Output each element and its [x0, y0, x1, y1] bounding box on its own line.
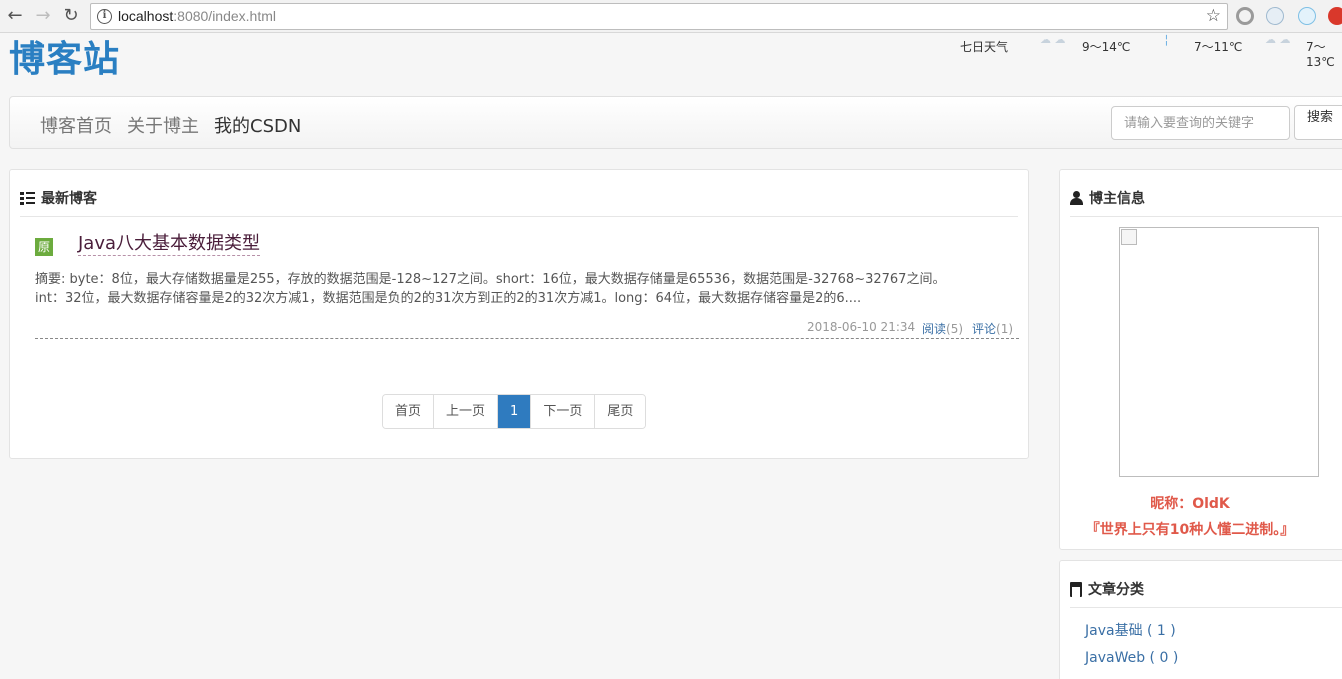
- post-date: 2018-06-10 21:34: [807, 320, 916, 334]
- panel-title: 博主信息: [1089, 191, 1145, 207]
- reload-icon[interactable]: ↻: [60, 5, 82, 27]
- weather-day-1: 9～14℃: [1082, 40, 1131, 54]
- comment-count: (1): [996, 322, 1014, 336]
- weather-day-3: 7～13℃: [1306, 40, 1335, 69]
- browser-toolbar: ← → ↻ i localhost:8080/index.html ☆: [0, 0, 1342, 33]
- pagination: 首页 上一页 1 下一页 尾页: [382, 394, 647, 429]
- cloud-weather-icon: ☁ ☁: [1040, 33, 1066, 46]
- read-count-link[interactable]: 阅读(5): [922, 320, 963, 337]
- category-link[interactable]: Java基础 ( 1 ): [1085, 620, 1176, 640]
- back-arrow-icon[interactable]: ←: [4, 5, 26, 27]
- avatar: [1119, 227, 1319, 477]
- panel-heading: 最新博客: [20, 188, 97, 208]
- search-input[interactable]: [1111, 106, 1290, 140]
- forward-arrow-icon[interactable]: →: [32, 5, 54, 27]
- page-first[interactable]: 首页: [383, 395, 435, 428]
- extension-circle-icon[interactable]: [1236, 7, 1254, 25]
- list-icon: [20, 191, 35, 205]
- page-prev[interactable]: 上一页: [434, 395, 499, 428]
- panel-heading: 博主信息: [1070, 188, 1145, 208]
- broken-image-icon: [1121, 229, 1137, 245]
- divider: [1070, 607, 1342, 608]
- original-badge: 原: [35, 238, 53, 256]
- post-divider: [35, 338, 1019, 339]
- main-navbar: 博客首页 关于博主 我的CSDN 搜索: [9, 96, 1342, 149]
- panel-title: 最新博客: [41, 191, 97, 207]
- extension-cloud-icon[interactable]: [1266, 7, 1284, 25]
- summary-line: int：32位，最大数据存储容量是2的32次方减1，数据范围是负的2的31次方到…: [35, 291, 862, 306]
- blogger-info-panel: 博主信息 昵称：OldK 『世界上只有10种人懂二进制。』: [1059, 169, 1342, 550]
- extension-cloud-blue-icon[interactable]: [1298, 7, 1316, 25]
- summary-line: 摘要: byte：8位，最大存储数据量是255，存放的数据范围是-128~127…: [35, 272, 946, 287]
- divider: [20, 216, 1018, 217]
- post-summary: 摘要: byte：8位，最大存储数据量是255，存放的数据范围是-128~127…: [35, 270, 1020, 308]
- category-panel: 文章分类 Java基础 ( 1 ) JavaWeb ( 0 ): [1059, 560, 1342, 679]
- page-last[interactable]: 尾页: [595, 395, 646, 428]
- latest-blogs-panel: 最新博客 原 Java八大基本数据类型 摘要: byte：8位，最大存储数据量是…: [9, 169, 1029, 459]
- page-next[interactable]: 下一页: [531, 395, 596, 428]
- category-link[interactable]: JavaWeb ( 0 ): [1085, 650, 1178, 666]
- page-current[interactable]: 1: [498, 395, 532, 428]
- panel-title: 文章分类: [1088, 582, 1144, 598]
- address-url[interactable]: localhost:8080/index.html: [118, 8, 276, 24]
- weather-day-2: 7～11℃: [1194, 40, 1243, 54]
- search-button[interactable]: 搜索: [1294, 105, 1342, 140]
- site-logo[interactable]: 博客站: [9, 30, 120, 82]
- read-label: 阅读: [922, 322, 947, 336]
- divider: [1070, 216, 1342, 217]
- cloud-weather-icon: ☁ ☁: [1265, 33, 1291, 46]
- post-title-link[interactable]: Java八大基本数据类型: [78, 233, 261, 256]
- panel-heading: 文章分类: [1070, 579, 1144, 599]
- nav-home[interactable]: 博客首页: [40, 112, 112, 138]
- nav-csdn[interactable]: 我的CSDN: [214, 112, 301, 138]
- motto: 『世界上只有10种人懂二进制。』: [1085, 522, 1295, 538]
- extension-red-icon[interactable]: [1328, 7, 1342, 25]
- site-info-icon[interactable]: i: [97, 9, 112, 24]
- address-bar[interactable]: i localhost:8080/index.html ☆: [90, 3, 1228, 30]
- comment-label: 评论: [972, 322, 997, 336]
- user-icon: [1070, 191, 1083, 205]
- nickname: 昵称：OldK: [1150, 496, 1230, 512]
- read-count: (5): [946, 322, 964, 336]
- star-icon[interactable]: ☆: [1206, 6, 1221, 26]
- clipboard-icon: [1070, 581, 1082, 597]
- nav-about[interactable]: 关于博主: [127, 112, 199, 138]
- weather-label: 七日天气: [960, 40, 1009, 54]
- comment-count-link[interactable]: 评论(1): [972, 320, 1013, 337]
